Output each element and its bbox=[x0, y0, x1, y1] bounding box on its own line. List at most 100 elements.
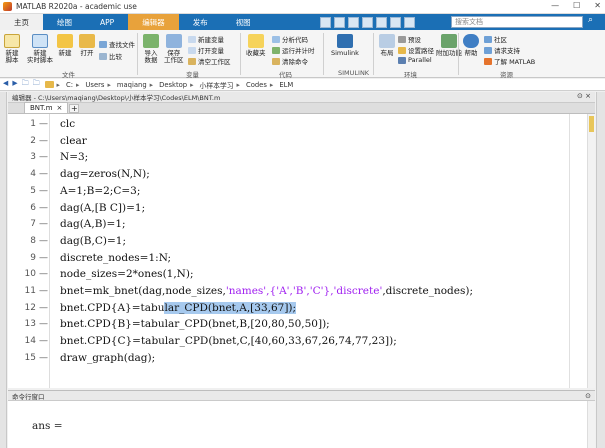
command-window-menu-icon[interactable]: ⊙ bbox=[585, 392, 591, 400]
command-window[interactable]: ans = bbox=[8, 401, 595, 448]
new-live-script-button[interactable]: 新建 实时脚本 bbox=[27, 34, 53, 64]
code-segment: dag=zeros(N,N); bbox=[60, 168, 150, 181]
set-path-button[interactable]: 设置路径 bbox=[398, 45, 434, 55]
help-icon[interactable] bbox=[403, 16, 415, 28]
parallel-button[interactable]: Parallel bbox=[398, 56, 432, 64]
find-files-button[interactable]: 查找文件 bbox=[99, 39, 135, 49]
tab-home[interactable]: 主页 bbox=[0, 14, 43, 30]
code-line[interactable]: 8— dag(B,C)=1; bbox=[8, 234, 588, 249]
analyze-label: 分析代码 bbox=[282, 36, 308, 44]
current-folder-collapsed-panel[interactable] bbox=[0, 92, 7, 448]
command-scrollbar[interactable] bbox=[587, 401, 595, 448]
code-text: dag=zeros(N,N); bbox=[60, 167, 150, 182]
code-line[interactable]: 7— dag(A,B)=1; bbox=[8, 217, 588, 232]
help-icon bbox=[463, 34, 479, 48]
breakpoint-marker[interactable]: — bbox=[39, 217, 48, 232]
save-icon[interactable] bbox=[319, 16, 331, 28]
tab-apps[interactable]: APP bbox=[86, 14, 128, 30]
code-line[interactable]: 1— clc bbox=[8, 117, 588, 132]
breadcrumb-item[interactable]: Users bbox=[85, 81, 104, 89]
code-line[interactable]: 5— A=1;B=2;C=3; bbox=[8, 184, 588, 199]
run-and-time-button[interactable]: 运行并计时 bbox=[272, 45, 315, 55]
search-input[interactable]: 搜索文档 bbox=[451, 16, 583, 28]
breadcrumb-item[interactable]: C: bbox=[66, 81, 73, 89]
code-line[interactable]: 6— dag(A,[B C])=1; bbox=[8, 201, 588, 216]
workspace-collapsed-panel[interactable] bbox=[596, 92, 605, 448]
breakpoint-marker[interactable]: — bbox=[39, 150, 48, 165]
breakpoint-marker[interactable]: — bbox=[39, 267, 48, 282]
save-workspace-button[interactable]: 保存 工作区 bbox=[164, 34, 184, 64]
tab-view[interactable]: 视图 bbox=[222, 14, 265, 30]
ribbon: 新建 脚本 新建 实时脚本 新建 打开 查找文件 比较 文件 导入 数据 保存 … bbox=[0, 30, 605, 79]
close-tab-icon[interactable]: × bbox=[57, 104, 63, 112]
new-variable-button[interactable]: 新建变量 bbox=[188, 34, 224, 44]
breakpoint-marker[interactable]: — bbox=[39, 134, 48, 149]
help-button[interactable]: 帮助 bbox=[463, 34, 479, 57]
breadcrumb-item[interactable]: Codes bbox=[246, 81, 267, 89]
copy-icon[interactable] bbox=[347, 16, 359, 28]
cut-icon[interactable] bbox=[333, 16, 345, 28]
breadcrumb-item[interactable]: Desktop bbox=[159, 81, 187, 89]
tab-publish[interactable]: 发布 bbox=[179, 14, 222, 30]
breakpoint-marker[interactable]: — bbox=[39, 184, 48, 199]
paste-icon[interactable] bbox=[361, 16, 373, 28]
breakpoint-marker[interactable]: — bbox=[39, 201, 48, 216]
group-separator bbox=[137, 33, 138, 75]
maximize-button[interactable]: ☐ bbox=[573, 1, 580, 10]
analyze-code-button[interactable]: 分析代码 bbox=[272, 34, 308, 44]
undo-icon[interactable] bbox=[375, 16, 387, 28]
compare-button[interactable]: 比较 bbox=[99, 51, 122, 61]
request-support-button[interactable]: 请求支持 bbox=[484, 45, 520, 55]
code-line[interactable]: 11— bnet=mk_bnet(dag,node_sizes,'names',{… bbox=[8, 284, 588, 299]
breakpoint-marker[interactable]: — bbox=[39, 251, 48, 266]
import-data-button[interactable]: 导入 数据 bbox=[143, 34, 159, 64]
code-line[interactable]: 14— bnet.CPD{C}=tabular_CPD(bnet,C,[40,60… bbox=[8, 334, 588, 349]
minimize-button[interactable]: — bbox=[551, 1, 559, 10]
code-line[interactable]: 12— bnet.CPD{A}=tabular_CPD(bnet,A,[33,67… bbox=[8, 301, 588, 316]
breakpoint-marker[interactable]: — bbox=[39, 351, 48, 366]
breadcrumb-item[interactable]: ELM bbox=[279, 81, 293, 89]
open-variable-button[interactable]: 打开变量 bbox=[188, 45, 224, 55]
navigation-buttons[interactable]: ◀ ▶ 🗀 🗀 bbox=[3, 79, 41, 90]
code-analyzer-indicator[interactable] bbox=[589, 116, 594, 132]
group-code-label: 代码 bbox=[279, 71, 292, 79]
breadcrumb-item[interactable]: maqiang bbox=[117, 81, 147, 89]
learn-matlab-button[interactable]: 了解 MATLAB bbox=[484, 56, 535, 66]
breakpoint-marker[interactable]: — bbox=[39, 117, 48, 132]
new-button[interactable]: 新建 bbox=[57, 34, 73, 57]
breakpoint-marker[interactable]: — bbox=[39, 317, 48, 332]
code-line[interactable]: 9— discrete_nodes=1:N; bbox=[8, 251, 588, 266]
breakpoint-marker[interactable]: — bbox=[39, 167, 48, 182]
favorites-button[interactable]: 收藏夹 bbox=[246, 34, 266, 57]
layout-button[interactable]: 布局 bbox=[379, 34, 395, 57]
add-tab-button[interactable]: + bbox=[69, 104, 80, 113]
breakpoint-marker[interactable]: — bbox=[39, 301, 48, 316]
tab-plots[interactable]: 绘图 bbox=[43, 14, 86, 30]
code-line[interactable]: 13— bnet.CPD{B}=tabular_CPD(bnet,B,[20,80… bbox=[8, 317, 588, 332]
close-button[interactable]: ✕ bbox=[594, 1, 601, 10]
code-line[interactable]: 4— dag=zeros(N,N); bbox=[8, 167, 588, 182]
search-icon[interactable]: ⌕ bbox=[588, 15, 593, 25]
code-line[interactable]: 10— node_sizes=2*ones(1,N); bbox=[8, 267, 588, 282]
clear-commands-button[interactable]: 清除命令 bbox=[272, 56, 308, 66]
breadcrumb-item[interactable]: 小样本学习 bbox=[200, 80, 234, 90]
tab-editor[interactable]: 编辑器 bbox=[128, 14, 179, 30]
open-button[interactable]: 打开 bbox=[79, 34, 95, 57]
breakpoint-marker[interactable]: — bbox=[39, 334, 48, 349]
redo-icon[interactable] bbox=[389, 16, 401, 28]
breakpoint-marker[interactable]: — bbox=[39, 284, 48, 299]
window-controls: — ☐ ✕ bbox=[551, 1, 601, 10]
clear-workspace-button[interactable]: 清空工作区 bbox=[188, 56, 231, 66]
code-line[interactable]: 3— N=3; bbox=[8, 150, 588, 165]
code-line[interactable]: 2— clear bbox=[8, 134, 588, 149]
file-tab-bnt[interactable]: BNT.m × bbox=[24, 102, 69, 113]
new-script-button[interactable]: 新建 脚本 bbox=[4, 34, 20, 64]
code-editor[interactable]: 1— clc 2— clear 3— N=3; 4— dag=zeros(N,N); 5— A=1… bbox=[8, 114, 595, 388]
breakpoint-marker[interactable]: — bbox=[39, 234, 48, 249]
preferences-button[interactable]: 预设 bbox=[398, 34, 421, 44]
editor-close-icon[interactable]: ⊙ × bbox=[577, 92, 591, 100]
code-line[interactable]: 15— draw_graph(dag); bbox=[8, 351, 588, 366]
community-button[interactable]: 社区 bbox=[484, 34, 507, 44]
simulink-button[interactable]: Simulink bbox=[331, 34, 359, 57]
editor-scrollbar[interactable] bbox=[587, 114, 595, 388]
